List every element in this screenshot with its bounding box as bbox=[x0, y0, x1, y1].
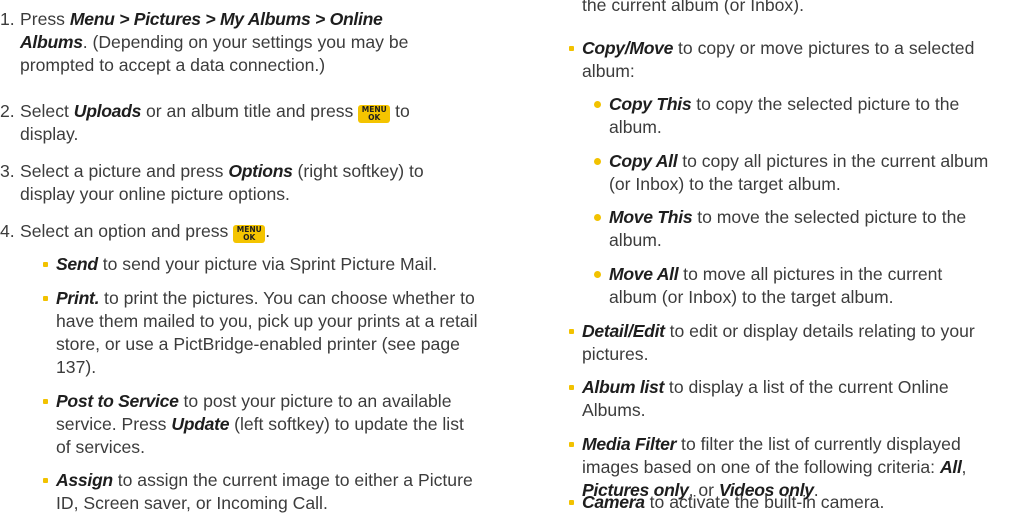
sub-option-copy-this: Copy This to copy the selected picture t… bbox=[594, 93, 994, 139]
step-number: 3. bbox=[0, 161, 15, 181]
bullet-icon bbox=[43, 296, 48, 301]
bullet-icon bbox=[594, 101, 601, 108]
step-text: Select Uploads or an album title and pre… bbox=[20, 101, 410, 144]
step-text: Press Menu > Pictures > My Albums > Onli… bbox=[20, 9, 409, 75]
sub-option-move-all: Move All to move all pictures in the cur… bbox=[594, 263, 994, 309]
bullet-icon bbox=[569, 500, 574, 505]
bullet-icon bbox=[594, 158, 601, 165]
step-text: Select an option and press MENU OK. bbox=[20, 221, 271, 243]
sub-option-move-this: Move This to move the selected picture t… bbox=[594, 206, 994, 252]
option-send: Send to send your picture via Sprint Pic… bbox=[43, 253, 483, 276]
bullet-icon bbox=[569, 329, 574, 334]
sub-option-copy-all: Copy All to copy all pictures in the cur… bbox=[594, 150, 994, 196]
bullet-icon bbox=[569, 46, 574, 51]
step-number: 1. bbox=[0, 9, 15, 29]
option-album-list: Album list to display a list of the curr… bbox=[569, 376, 1009, 422]
step-3: 3. Select a picture and press Options (r… bbox=[0, 160, 440, 206]
step-1: 1. Press Menu > Pictures > My Albums > O… bbox=[0, 8, 440, 77]
option-post-to-service: Post to Service to post your picture to … bbox=[43, 390, 483, 459]
continued-text: the current album (or Inbox). bbox=[582, 0, 804, 15]
option-detail-edit: Detail/Edit to edit or display details r… bbox=[569, 320, 1009, 366]
bullet-icon bbox=[43, 262, 48, 267]
option-assign: Assign to assign the current image to ei… bbox=[43, 469, 483, 515]
bullet-icon bbox=[43, 399, 48, 404]
step-number: 4. bbox=[0, 221, 15, 241]
bullet-icon bbox=[594, 271, 601, 278]
step-number: 2. bbox=[0, 101, 15, 121]
bullet-icon bbox=[569, 385, 574, 390]
bullet-icon bbox=[43, 478, 48, 483]
option-copy-move: Copy/Move to copy or move pictures to a … bbox=[569, 37, 1009, 83]
step-2: 2. Select Uploads or an album title and … bbox=[0, 100, 440, 146]
bullet-icon bbox=[569, 442, 574, 447]
step-text: Select a picture and press Options (righ… bbox=[20, 161, 424, 204]
step-4: 4. Select an option and press MENU OK. bbox=[0, 220, 440, 243]
option-camera: Camera to activate the built-in camera. bbox=[569, 491, 1009, 514]
option-print: Print. to print the pictures. You can ch… bbox=[43, 287, 483, 379]
bullet-icon bbox=[594, 214, 601, 221]
menu-ok-key-icon: MENU OK bbox=[233, 225, 266, 243]
menu-ok-key-icon: MENU OK bbox=[358, 105, 391, 123]
